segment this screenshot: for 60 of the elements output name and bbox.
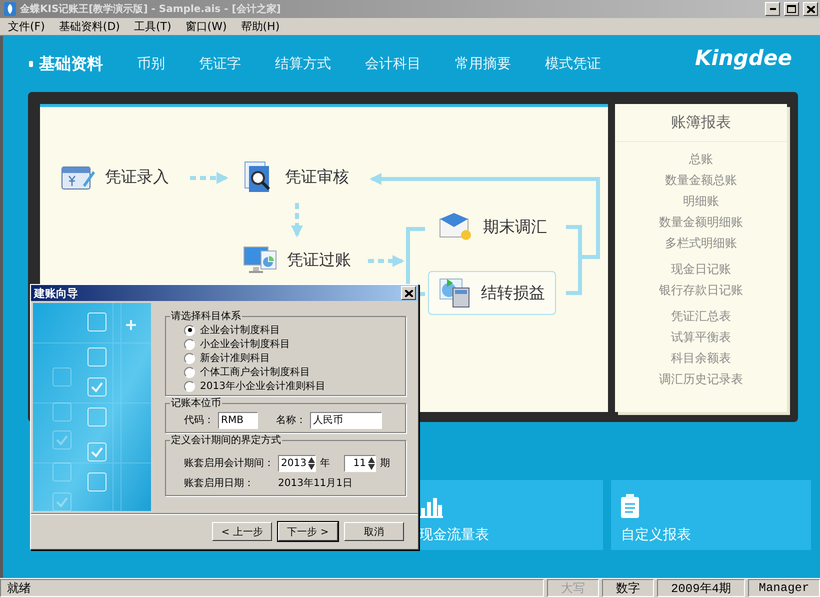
status-pane: 大写	[547, 579, 599, 597]
minimize-button[interactable]	[765, 2, 780, 16]
close-icon	[806, 6, 814, 12]
connector-line	[406, 227, 425, 296]
status-pane: Manager	[748, 579, 820, 597]
close-icon	[404, 290, 412, 296]
dialog-button[interactable]: 下一步 >	[278, 522, 338, 541]
dashed-arrow	[190, 172, 228, 184]
field-label: 名称：	[276, 414, 306, 427]
code-field[interactable]: RMB	[218, 412, 258, 428]
close-button[interactable]	[401, 286, 416, 300]
workflow-node[interactable]: 凭证审核	[242, 160, 350, 194]
menu-item[interactable]: 基础资料(D)	[58, 19, 120, 34]
chart-calculator-icon	[439, 278, 471, 308]
menu-item[interactable]: 窗口(W)	[185, 19, 227, 34]
close-button[interactable]	[803, 2, 818, 16]
name-field[interactable]: 人民币	[310, 412, 382, 428]
menu-item[interactable]: 工具(T)	[134, 19, 172, 34]
group-label: 定义会计期间的界定方式	[170, 434, 282, 447]
workflow-node[interactable]: 结转损益	[428, 271, 556, 315]
minimize-icon	[770, 8, 776, 10]
app-icon	[4, 2, 16, 16]
start-date: 2013年11月1日	[278, 477, 353, 490]
envelope-coin-icon	[439, 213, 473, 241]
dialog-button[interactable]: 取消	[344, 522, 404, 541]
unit-label: 期	[380, 456, 390, 470]
workflow-node[interactable]: 期末调汇	[438, 212, 548, 242]
radio-option[interactable]: 企业会计制度科目	[184, 323, 405, 337]
spin-arrows-icon[interactable]	[368, 456, 375, 470]
radio-option[interactable]: 小企业会计制度科目	[184, 337, 405, 351]
field-label: 账套启用会计期间：	[184, 456, 274, 470]
workflow-node[interactable]: 凭证录入	[60, 162, 170, 192]
dialog-title: 建账向导	[34, 286, 79, 300]
workflow-node[interactable]: 凭证过账	[242, 244, 352, 276]
radio-option[interactable]: 个体工商户会计制度科目	[184, 365, 405, 379]
radio-option[interactable]: 新会计准则科目	[184, 351, 405, 365]
status-pane: 就绪	[0, 579, 544, 597]
reports-title: 账簿报表	[615, 104, 787, 142]
field-label: 代码：	[184, 414, 214, 427]
period-spinner[interactable]: 11	[344, 454, 376, 472]
status-pane: 2009年4期	[657, 579, 745, 597]
group-label: 记账本位币	[170, 396, 222, 410]
monitor-chart-icon	[243, 245, 277, 275]
group-label: 请选择科目体系	[170, 310, 242, 323]
maximize-icon	[787, 5, 796, 13]
unit-label: 年	[320, 457, 330, 470]
window-title: 金蝶KIS记账王[教学演示版] - Sample.ais - [会计之家]	[20, 2, 282, 16]
clipboard-icon	[621, 494, 639, 518]
radio-option[interactable]: 2013年小企业会计准则科目	[184, 379, 405, 393]
spin-arrows-icon[interactable]	[308, 456, 315, 470]
field-label: 账套启用日期：	[184, 476, 254, 490]
menu-item[interactable]: 文件(F)	[8, 19, 45, 34]
dialog-button[interactable]: < 上一步	[212, 522, 272, 541]
menu-item[interactable]: 帮助(H)	[240, 19, 280, 34]
logo: Kingdee	[695, 46, 792, 70]
maximize-button[interactable]	[784, 2, 799, 16]
dashed-arrow	[368, 255, 404, 267]
dashed-arrow	[291, 203, 303, 238]
status-pane: 数字	[602, 579, 654, 597]
year-spinner[interactable]: 2013	[278, 454, 316, 472]
